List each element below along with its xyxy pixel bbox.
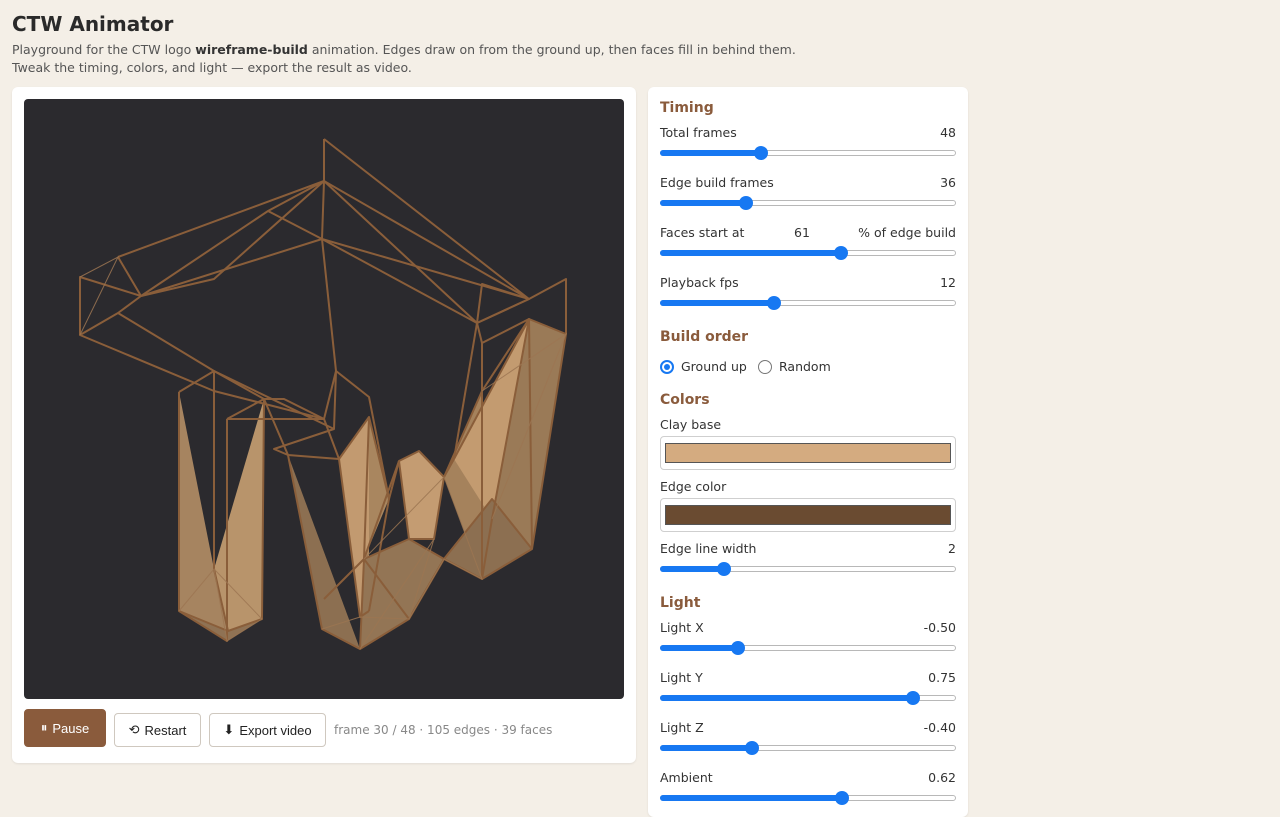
description-line-2: Tweak the timing, colors, and light — ex… — [12, 60, 412, 75]
faces-start-value: 61 — [794, 225, 810, 240]
frame-status: frame 30 / 48 · 105 edges · 39 faces — [334, 723, 553, 737]
restart-icon: ⟲ — [128, 722, 140, 737]
edge-color-label: Edge color — [660, 479, 727, 494]
playback-fps-label: Playback fps — [660, 275, 739, 290]
restart-button[interactable]: ⟲ Restart — [114, 713, 201, 747]
faces-start-suffix: % of edge build — [858, 225, 956, 240]
edge-swatch — [665, 505, 951, 525]
build-order-heading: Build order — [660, 329, 749, 345]
wireframe-logo — [79, 138, 568, 650]
playback-fps-slider[interactable] — [660, 295, 956, 311]
clay-swatch — [665, 443, 951, 463]
edge-line-width-label: Edge line width — [660, 541, 757, 556]
pause-button[interactable]: ⏸ Pause — [24, 709, 106, 747]
colors-heading: Colors — [660, 392, 710, 408]
logo-edge — [267, 210, 530, 324]
edge-build-frames-value: 36 — [940, 175, 956, 190]
pause-icon: ⏸ — [40, 720, 48, 735]
timing-heading: Timing — [660, 100, 714, 116]
animation-canvas — [24, 99, 624, 699]
logo-edge — [323, 180, 530, 324]
total-frames-slider[interactable] — [660, 145, 956, 161]
app-title: CTW Animator — [12, 12, 174, 36]
radio-ground-up[interactable]: Ground up — [660, 359, 747, 374]
light-heading: Light — [660, 595, 701, 611]
logo-edge — [79, 276, 142, 336]
edge-line-width-slider[interactable] — [660, 561, 956, 577]
edge-line-width-value: 2 — [948, 541, 956, 556]
light-z-value: -0.40 — [923, 720, 956, 735]
light-y-label: Light Y — [660, 670, 703, 685]
faces-start-slider[interactable] — [660, 245, 956, 261]
light-x-label: Light X — [660, 620, 704, 635]
clay-base-label: Clay base — [660, 417, 722, 432]
clay-base-color-picker[interactable] — [660, 436, 956, 470]
total-frames-value: 48 — [940, 125, 956, 140]
playback-fps-value: 12 — [940, 275, 956, 290]
radio-selected-icon — [660, 359, 674, 374]
export-video-button[interactable]: ⬇ Export video — [209, 713, 326, 747]
radio-random[interactable]: Random — [758, 359, 831, 374]
faces-start-label: Faces start at — [660, 225, 745, 240]
light-z-label: Light Z — [660, 720, 704, 735]
total-frames-label: Total frames — [660, 125, 737, 140]
edge-build-frames-label: Edge build frames — [660, 175, 774, 190]
light-x-value: -0.50 — [923, 620, 956, 635]
light-z-slider[interactable] — [660, 740, 956, 756]
edge-color-picker[interactable] — [660, 498, 956, 532]
edge-build-frames-slider[interactable] — [660, 195, 956, 211]
controls-panel: Timing Total frames 48 Edge build frames… — [648, 87, 968, 817]
light-y-value: 0.75 — [928, 670, 956, 685]
ambient-label: Ambient — [660, 770, 713, 785]
logo-face — [214, 399, 264, 631]
description-line-1: Playground for the CTW logo wireframe-bu… — [12, 42, 796, 57]
ambient-value: 0.62 — [928, 770, 956, 785]
preview-panel: ⏸ Pause ⟲ Restart ⬇ Export video frame 30 /… — [12, 87, 636, 763]
radio-unselected-icon — [758, 359, 772, 374]
light-y-slider[interactable] — [660, 690, 956, 706]
light-x-slider[interactable] — [660, 640, 956, 656]
logo-face — [399, 451, 444, 539]
ambient-slider[interactable] — [660, 790, 956, 806]
download-icon: ⬇ — [223, 722, 235, 737]
